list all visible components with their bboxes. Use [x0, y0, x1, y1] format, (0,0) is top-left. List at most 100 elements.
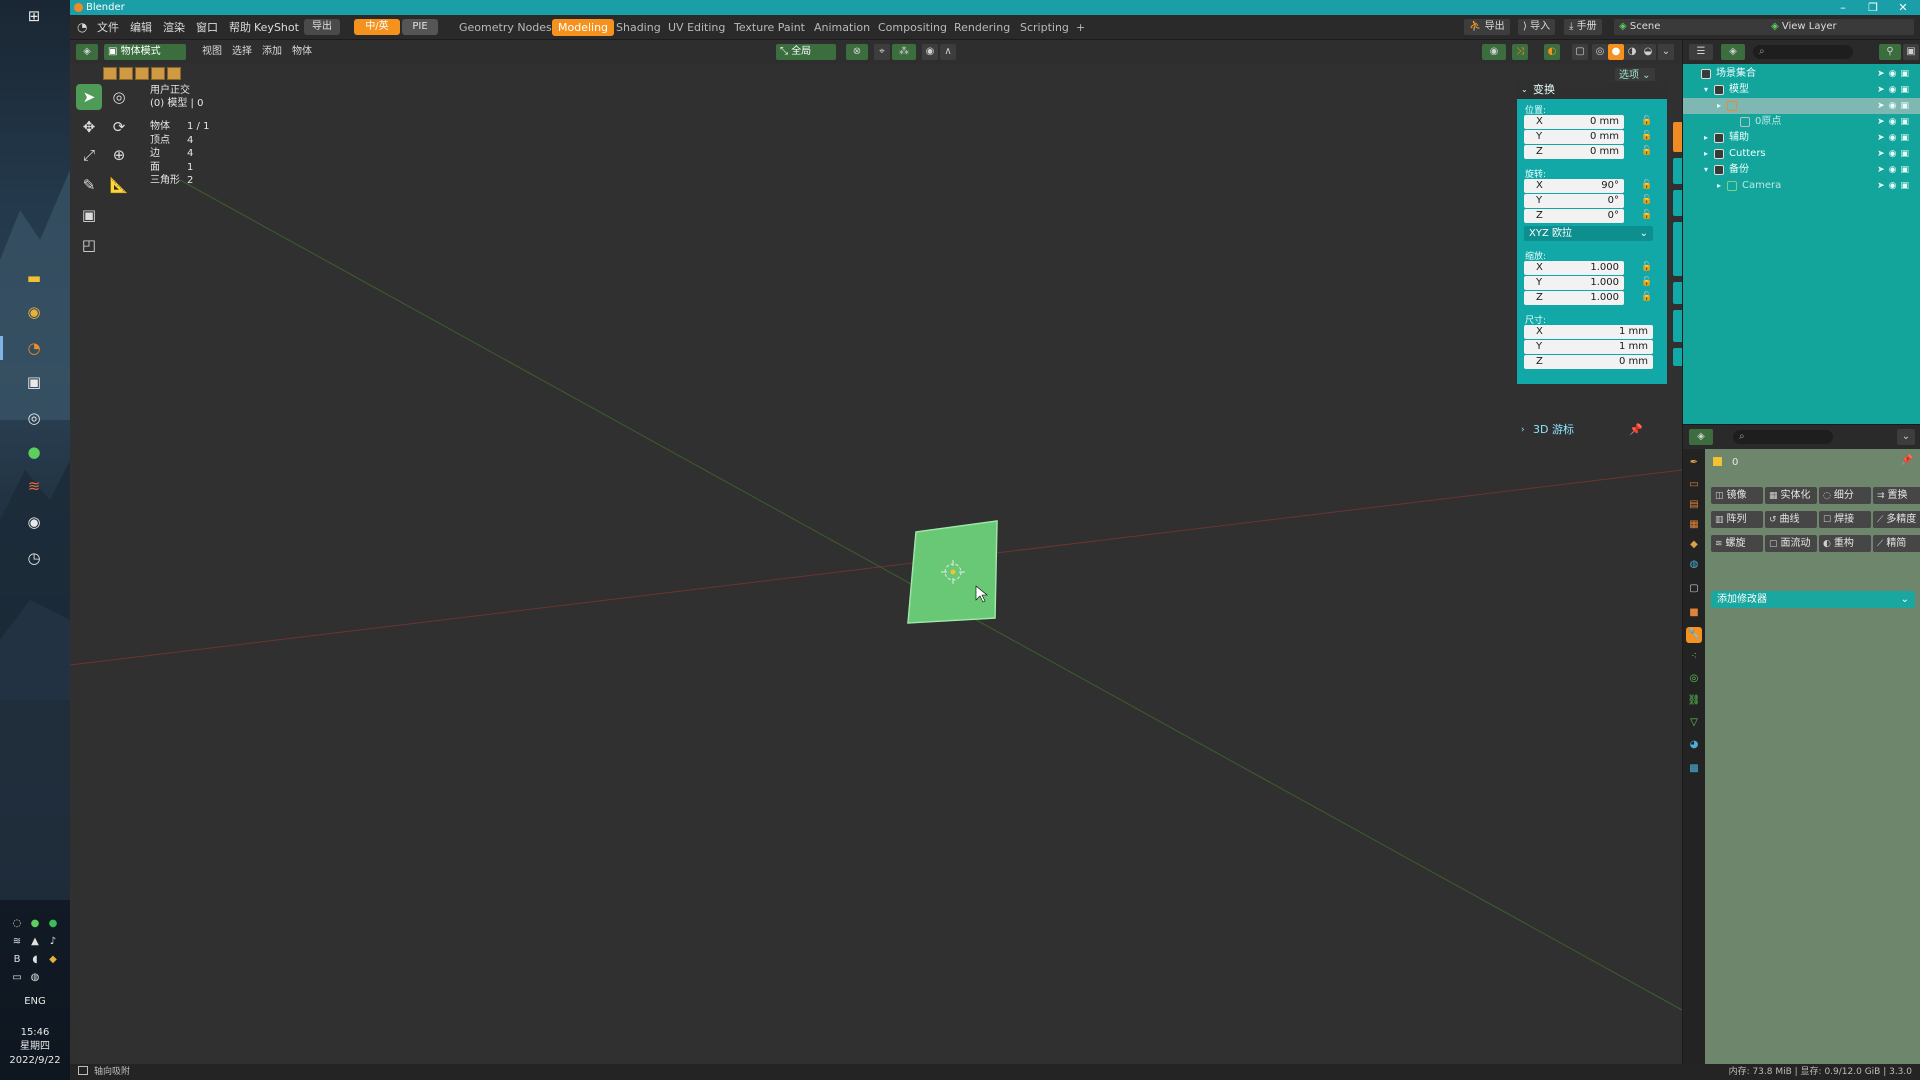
expand-down-icon[interactable]: ▸ — [1704, 130, 1708, 146]
modifier-button[interactable]: ⇉ 置换 — [1873, 487, 1920, 504]
editor-type-icon[interactable]: ◈ — [76, 44, 98, 60]
expand-right-icon[interactable]: ▸ — [1717, 178, 1721, 194]
outliner-row[interactable]: ▸ Cutters ➤◉▣ — [1683, 146, 1920, 162]
lock-icon[interactable]: 🔓 — [1641, 277, 1652, 287]
tray-network-icon[interactable]: ▲ — [28, 936, 42, 948]
shading-material-icon[interactable]: ◑ — [1624, 44, 1640, 60]
lock-icon[interactable]: 🔓 — [1641, 180, 1652, 190]
material-tab-icon[interactable]: ◕ — [1686, 737, 1702, 753]
select-tool-icon[interactable]: ➤ — [76, 84, 102, 110]
rotation-x-field[interactable]: X 90° — [1524, 179, 1624, 193]
data-tab-icon[interactable]: ▽ — [1686, 715, 1702, 731]
shading-options-icon[interactable]: ⌄ — [1658, 44, 1674, 60]
tray-b-icon[interactable]: B — [10, 954, 24, 966]
tab-modeling[interactable]: Modeling — [552, 19, 615, 36]
extra-tool-icon[interactable]: ◰ — [76, 232, 102, 258]
viewport-scene[interactable] — [70, 40, 1682, 1064]
scale-tool-icon[interactable]: ⤢ — [76, 142, 102, 168]
dimension-x-field[interactable]: X1 mm — [1524, 325, 1653, 339]
falloff-icon[interactable]: ∧ — [940, 44, 956, 60]
tab-geometry-nodes[interactable]: Geometry Nodes — [453, 19, 558, 36]
expand-down-icon[interactable]: ▾ — [1704, 162, 1708, 178]
select-subtract-icon[interactable] — [135, 67, 149, 80]
menu-window[interactable]: 窗口 — [193, 20, 221, 35]
file-explorer-icon[interactable]: ▬ — [22, 266, 46, 290]
manual-button[interactable]: ⤓ 手册 — [1564, 19, 1602, 35]
expand-down-icon[interactable]: ▸ — [1704, 146, 1708, 162]
add-cube-tool-icon[interactable]: ▣ — [76, 202, 102, 228]
render-tab-icon[interactable]: ▭ — [1686, 477, 1702, 493]
particles-tab-icon[interactable]: ⁖ — [1686, 649, 1702, 665]
modifier-button[interactable]: ▢ 面流动 — [1765, 535, 1817, 552]
visibility-toggles-icon[interactable]: ➤◉▣ — [1877, 82, 1913, 98]
scale-y-field[interactable]: Y 1.000 — [1524, 276, 1624, 290]
tab-shading[interactable]: Shading — [610, 19, 667, 36]
visibility-toggles-icon[interactable]: ➤◉▣ — [1877, 178, 1913, 194]
modifier-tab-icon[interactable]: 🔧 — [1686, 627, 1702, 643]
visibility-toggles-icon[interactable]: ➤◉▣ — [1877, 146, 1913, 162]
properties-search-input[interactable]: ⌕ — [1733, 430, 1833, 444]
snap-target-icon[interactable]: ⁂ — [892, 44, 916, 60]
menu-help[interactable]: 帮助 — [226, 20, 254, 35]
sidebar-tab-adjt[interactable] — [1673, 310, 1682, 342]
tray-volume-icon[interactable]: ◖ — [28, 954, 42, 966]
physics-tab-icon[interactable]: ◎ — [1686, 671, 1702, 687]
measure-tool-icon[interactable]: 📐 — [106, 172, 132, 198]
modifier-button[interactable]: ◌ 细分 — [1819, 487, 1871, 504]
modifier-button[interactable]: ≋ 螺旋 — [1711, 535, 1763, 552]
visibility-toggles-icon[interactable]: ➤◉▣ — [1877, 162, 1913, 178]
location-z-field[interactable]: Z0 mm — [1524, 145, 1624, 159]
outliner[interactable]: ☰ ◈ ⌕ ⚲ ▣ 场景集合 ➤◉▣ ▾ 模型 ➤◉▣ ▸ ➤◉▣ 0原点 ➤◉▣ ▸ 辅助 ➤◉▣ ▸… — [1682, 40, 1920, 424]
modifier-button[interactable]: ▦ 实体化 — [1765, 487, 1817, 504]
blender-menu-icon[interactable]: ◔ — [74, 20, 90, 35]
outliner-row[interactable]: ▸ Camera ➤◉▣ — [1683, 178, 1920, 194]
clock-app-icon[interactable]: ◷ — [22, 546, 46, 570]
shading-rendered-icon[interactable]: ◒ — [1640, 44, 1656, 60]
expand-right-icon[interactable]: ▸ — [1717, 98, 1721, 114]
outliner-row[interactable]: ▸ 辅助 ➤◉▣ — [1683, 130, 1920, 146]
3d-viewport[interactable]: ◈ ▣ 物体模式 视图 选择 添加 物体 ⤡ 全局 ⊗ ⌖ ⁂ ◉ ∧ ◉ ⤨ … — [70, 40, 1682, 1064]
sidebar-tab-item[interactable] — [1673, 122, 1682, 152]
select-new-icon[interactable] — [103, 67, 117, 80]
dimension-y-field[interactable]: Y1 mm — [1524, 340, 1653, 354]
photos-icon[interactable]: ▣ — [22, 370, 46, 394]
scale-z-field[interactable]: Z 1.000 — [1524, 291, 1624, 305]
outliner-row[interactable]: ▾ 模型 ➤◉▣ — [1683, 82, 1920, 98]
sidebar-tab-aw[interactable] — [1673, 282, 1682, 304]
chrome-icon[interactable]: ◉ — [22, 300, 46, 324]
sidebar-tab-extra[interactable] — [1673, 348, 1682, 366]
3d-cursor-section[interactable]: › 3D 游标 📌 — [1517, 421, 1667, 439]
location-x-field[interactable]: X0 mm — [1524, 115, 1624, 129]
proportional-edit-icon[interactable]: ◉ — [922, 44, 938, 60]
right-export-button[interactable]: ⛹ 导出 — [1464, 19, 1510, 35]
select-intersect-icon[interactable] — [167, 67, 181, 80]
display-mode-icon[interactable]: ◈ — [1721, 44, 1745, 60]
tab-scripting[interactable]: Scripting — [1014, 19, 1075, 36]
tray-mic-icon[interactable]: ♪ — [46, 936, 60, 948]
shading-wireframe-icon[interactable]: ◎ — [1592, 44, 1608, 60]
visibility-toggles-icon[interactable]: ➤◉▣ — [1877, 66, 1913, 82]
sidebar-tab-tool[interactable] — [1673, 158, 1682, 184]
outliner-row[interactable]: 场景集合 ➤◉▣ — [1683, 66, 1920, 82]
tool-tab-icon[interactable]: ✒ — [1686, 455, 1702, 471]
dimension-z-field[interactable]: Z0 mm — [1524, 355, 1653, 369]
tab-texture-paint[interactable]: Texture Paint — [728, 19, 811, 36]
gizmo-icon[interactable]: ⤨ — [1512, 44, 1528, 60]
cursor-tool-icon[interactable]: ◎ — [106, 84, 132, 110]
add-modifier-dropdown[interactable]: 添加修改器 ⌄ — [1711, 591, 1915, 608]
zh-en-toggle-button[interactable]: 中/英 — [354, 19, 400, 35]
outliner-row[interactable]: 0原点 ➤◉▣ — [1683, 114, 1920, 130]
add-workspace-button[interactable]: + — [1070, 19, 1091, 36]
orientation-selector[interactable]: ⤡ 全局 — [776, 44, 836, 60]
modifier-button[interactable]: ◐ 重构 — [1819, 535, 1871, 552]
properties-options-icon[interactable]: ⌄ — [1897, 429, 1915, 445]
lock-icon[interactable]: 🔓 — [1641, 292, 1652, 302]
modifier-button[interactable]: ⟋ 多精度 — [1873, 511, 1920, 528]
snap-toggle-icon[interactable]: ⌖ — [874, 44, 890, 60]
tray-app-icon[interactable]: ◌ — [10, 918, 24, 930]
tray-wechat2-icon[interactable]: ◍ — [28, 972, 42, 984]
rotate-tool-icon[interactable]: ⟳ — [106, 114, 132, 140]
lock-icon[interactable]: 🔓 — [1641, 262, 1652, 272]
move-tool-icon[interactable]: ✥ — [76, 114, 102, 140]
close-icon[interactable]: ✕ — [1888, 0, 1918, 15]
